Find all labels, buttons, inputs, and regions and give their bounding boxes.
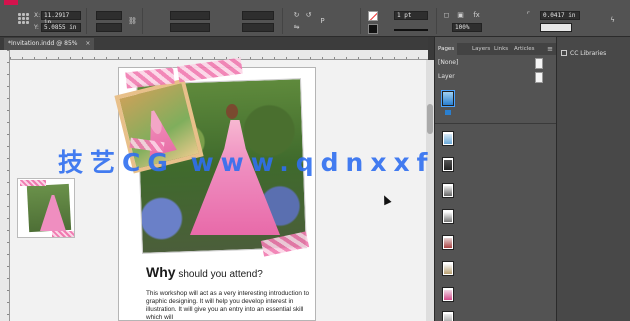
master-thumbnail (535, 72, 543, 83)
stroke-type-selector[interactable] (394, 29, 428, 31)
heading-text: should you attend? (175, 269, 263, 280)
fill-none-swatch[interactable] (368, 11, 378, 21)
thumbnail-tape (52, 231, 74, 237)
page-thumbnail-9[interactable] (442, 311, 454, 321)
master-layer-label: Layer (438, 73, 455, 80)
divider (86, 8, 87, 34)
page-thumbnail-8[interactable] (442, 287, 454, 302)
cc-libraries-button[interactable]: CC Libraries (561, 49, 606, 58)
stroke-weight-field[interactable]: 1 pt (394, 11, 428, 20)
x-position-field[interactable]: 11.2917 in (41, 11, 81, 26)
body-paragraph: This workshop will act as a very interes… (146, 290, 310, 321)
thumbnail-tape (20, 180, 46, 186)
pasteboard-thumbnail[interactable] (17, 178, 75, 238)
panel-tab-bar: Pages Layers Links Articles ≡ (435, 43, 557, 55)
scale-y-field[interactable] (170, 23, 210, 32)
divider (282, 8, 283, 34)
master-none-label: [None] (438, 59, 459, 66)
opacity-field[interactable]: 100% (452, 23, 482, 32)
page-thumbnail-5[interactable] (442, 209, 454, 224)
page-thumbnail-2[interactable] (442, 131, 454, 146)
effects-icon[interactable]: fx (472, 11, 481, 20)
flip-horizontal-icon[interactable]: ⇋ (292, 23, 301, 32)
width-field[interactable] (96, 11, 122, 20)
tab-articles[interactable]: Articles (511, 43, 538, 55)
section-heading: Why should you attend? (146, 264, 263, 280)
vertical-ruler (0, 50, 10, 321)
divider (360, 8, 361, 34)
pages-panel: Pages Layers Links Articles ≡ [None] Lay… (434, 37, 557, 321)
rotate-cw-icon[interactable]: ↻ (292, 11, 301, 20)
frame-icon[interactable]: ◻ (442, 11, 451, 20)
height-field[interactable] (96, 23, 122, 32)
object-style-field[interactable] (540, 23, 572, 32)
corner-options-icon[interactable]: ⌜ (524, 11, 533, 20)
tab-layers[interactable]: Layers (469, 43, 493, 55)
constrain-proportions-icon[interactable]: ⛓ (128, 17, 137, 26)
page-thumbnail-6[interactable] (442, 235, 454, 250)
stroke-swatch[interactable] (368, 24, 378, 34)
document-tab-label: *Invitation.indd @ 85% (8, 40, 78, 47)
panel-dock: CC Libraries (556, 37, 630, 321)
scale-x-field[interactable] (170, 11, 210, 20)
document-tab[interactable]: *Invitation.indd @ 85% × (4, 38, 95, 50)
page-thumbnail-3[interactable] (442, 157, 454, 172)
page-number-badge (445, 110, 451, 115)
document-tab-bar: *Invitation.indd @ 85% × (0, 37, 428, 50)
divider (436, 8, 437, 34)
reference-point-icon[interactable] (18, 13, 30, 25)
pages-divider (435, 123, 557, 124)
master-layer[interactable]: Layer (435, 71, 557, 83)
shear-field[interactable] (242, 23, 274, 32)
close-icon[interactable]: × (85, 40, 90, 47)
y-position-field[interactable]: 5.0855 in (41, 23, 81, 32)
quick-apply-icon[interactable]: ϟ (608, 16, 617, 25)
page-thumbnail-7[interactable] (442, 261, 454, 276)
cc-libraries-label: CC Libraries (570, 50, 607, 57)
page-thumbnail-4[interactable] (442, 183, 454, 198)
select-container-icon[interactable]: P (318, 17, 327, 26)
horizontal-ruler (10, 50, 428, 60)
master-none[interactable]: [None] (435, 57, 557, 69)
panel-menu-icon[interactable]: ≡ (547, 43, 553, 55)
text-wrap-icon[interactable]: ▣ (456, 11, 465, 20)
vertical-scrollbar[interactable] (426, 60, 434, 321)
corner-offset-field[interactable]: 0.0417 in (540, 11, 580, 20)
x-label: X: (34, 12, 41, 19)
heading-emphasis: Why (146, 264, 176, 280)
scrollbar-thumb[interactable] (427, 104, 433, 134)
control-panel: X: 11.2917 in Y: 5.0855 in ⛓ ↻ ↺ ⇋ P 1 p… (0, 5, 630, 37)
tab-pages[interactable]: Pages (435, 43, 458, 55)
tab-links[interactable]: Links (491, 43, 511, 55)
master-thumbnail (535, 58, 543, 69)
rotate-ccw-icon[interactable]: ↺ (304, 11, 313, 20)
libraries-icon (561, 50, 567, 56)
indesign-window: X: 11.2917 in Y: 5.0855 in ⛓ ↻ ↺ ⇋ P 1 p… (0, 0, 630, 321)
page-thumbnail-1[interactable] (441, 90, 455, 107)
rotation-field[interactable] (242, 11, 274, 20)
figure-head (226, 104, 238, 119)
divider (142, 8, 143, 34)
y-label: Y: (34, 24, 39, 31)
